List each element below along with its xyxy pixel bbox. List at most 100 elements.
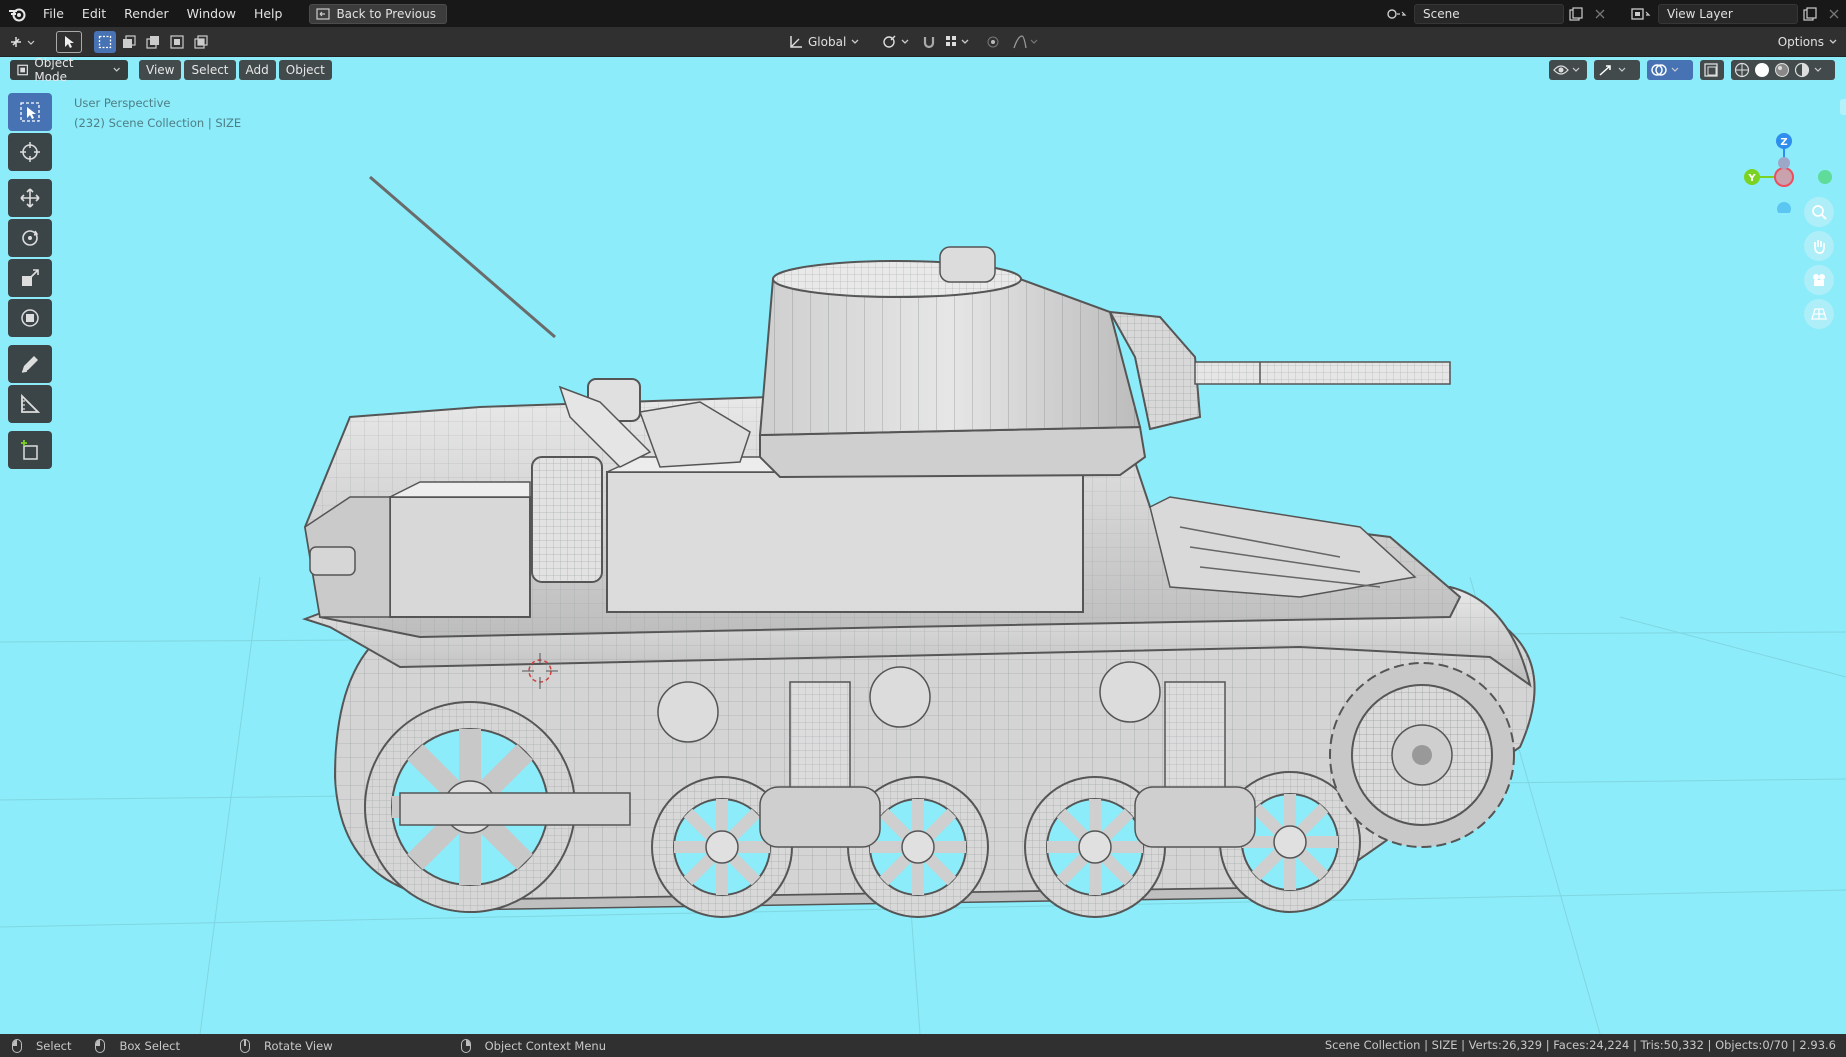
select-extend-icon xyxy=(123,35,136,48)
chevron-down-icon[interactable] xyxy=(1814,67,1822,73)
top-menu-bar: File Edit Render Window Help Back to Pre… xyxy=(0,0,1846,27)
axis-y-neg-icon[interactable] xyxy=(1818,170,1832,184)
tool-cursor[interactable] xyxy=(8,133,52,171)
axis-x-neg-icon[interactable] xyxy=(1774,167,1794,187)
navigation-gizmo[interactable]: Z Y xyxy=(1736,93,1846,213)
tool-rotate[interactable] xyxy=(8,219,52,257)
sidebar-toggle-handle[interactable] xyxy=(1840,99,1846,115)
tool-add-cube[interactable] xyxy=(8,431,52,469)
menu-help[interactable]: Help xyxy=(245,0,292,27)
pivot-point-dropdown[interactable] xyxy=(880,31,910,53)
chevron-down-icon xyxy=(1618,67,1626,72)
new-view-layer-icon[interactable] xyxy=(1798,4,1822,24)
overlays-toggle-button[interactable] xyxy=(1647,60,1693,80)
view-layer-icon[interactable] xyxy=(1624,4,1658,24)
move-icon xyxy=(20,188,40,208)
tank-turret xyxy=(758,246,1202,479)
select-menu[interactable]: Select xyxy=(184,60,236,80)
falloff-curve-icon xyxy=(1013,35,1038,49)
tool-transform[interactable] xyxy=(8,299,52,337)
scene-statistics: Scene Collection | SIZE | Verts:26,329 |… xyxy=(1324,1038,1836,1052)
viewport-info-overlay: User Perspective (232) Scene Collection … xyxy=(74,93,241,133)
menu-edit[interactable]: Edit xyxy=(73,0,115,27)
status-context-menu: Object Context Menu xyxy=(460,1038,606,1053)
overlays-icon xyxy=(1651,64,1667,76)
proportional-editing-button[interactable] xyxy=(982,31,1004,53)
chevron-down-icon xyxy=(901,39,909,44)
toggle-perspective-button[interactable] xyxy=(1804,299,1834,329)
select-subtract-icon xyxy=(146,36,159,49)
menu-window[interactable]: Window xyxy=(178,0,245,27)
axis-z-neg-icon[interactable] xyxy=(1777,202,1791,213)
menu-file[interactable]: File xyxy=(34,0,73,27)
view-menu[interactable]: View xyxy=(139,60,182,80)
back-icon xyxy=(316,7,331,20)
select-mode-invert-button[interactable] xyxy=(166,31,188,53)
camera-view-button[interactable] xyxy=(1804,265,1834,295)
select-mode-subtract-button[interactable] xyxy=(142,31,164,53)
select-mode-new-button[interactable] xyxy=(94,31,116,53)
add-cube-icon xyxy=(21,440,38,460)
transform-orientation-dropdown[interactable]: Global xyxy=(788,31,860,53)
scene-field[interactable]: Scene xyxy=(1414,3,1564,24)
select-mode-extend-button[interactable] xyxy=(118,31,140,53)
axis-y-label: Y xyxy=(1747,173,1756,184)
blender-logo-icon[interactable] xyxy=(0,0,34,27)
tank-drive-sprocket xyxy=(1329,662,1515,848)
tool-move[interactable] xyxy=(8,179,52,217)
solid-shading-icon[interactable] xyxy=(1754,62,1770,78)
chevron-down-icon xyxy=(851,39,859,44)
pan-view-button[interactable] xyxy=(1804,231,1834,261)
tool-select-box[interactable] xyxy=(8,93,52,131)
mouse-right-icon xyxy=(460,1038,471,1053)
object-mode-dropdown[interactable]: Object Mode xyxy=(10,57,128,84)
menu-render[interactable]: Render xyxy=(115,0,178,27)
view-layer-field[interactable]: View Layer xyxy=(1658,3,1798,24)
gizmo-toggle-button[interactable] xyxy=(1594,60,1640,80)
select-box-icon xyxy=(20,102,40,122)
object-mode-icon xyxy=(17,64,28,76)
tank-model[interactable] xyxy=(0,57,1846,1034)
delete-scene-icon[interactable] xyxy=(1588,4,1612,24)
back-to-previous-label: Back to Previous xyxy=(336,6,436,21)
material-shading-icon[interactable] xyxy=(1774,62,1790,78)
mouse-left-icon xyxy=(12,1038,22,1053)
grid-perspective-icon xyxy=(1811,308,1827,320)
visibility-dropdown[interactable] xyxy=(1549,60,1587,80)
wireframe-shading-icon[interactable] xyxy=(1734,62,1750,78)
tool-header: Global Options xyxy=(0,27,1846,57)
snap-toggle-button[interactable] xyxy=(918,31,940,53)
xray-toggle-button[interactable] xyxy=(1700,60,1724,80)
select-tool-button[interactable] xyxy=(56,31,82,53)
tool-measure[interactable] xyxy=(8,385,52,423)
status-context-menu-label: Object Context Menu xyxy=(484,1038,606,1053)
scene-icon[interactable] xyxy=(1380,4,1414,24)
3d-viewport[interactable]: Object Mode View Select Add Object User … xyxy=(0,57,1846,1034)
shading-mode-group xyxy=(1731,60,1835,80)
editor-type-icon xyxy=(11,37,35,47)
add-menu[interactable]: Add xyxy=(238,60,276,80)
zoom-view-button[interactable] xyxy=(1804,197,1834,227)
perspective-label: User Perspective xyxy=(74,96,171,110)
proportional-falloff-dropdown[interactable] xyxy=(1012,31,1042,53)
snap-target-dropdown[interactable] xyxy=(942,31,976,53)
ruler-icon xyxy=(21,393,41,413)
cursor-arrow-icon xyxy=(65,36,74,48)
proportional-dot-icon xyxy=(987,36,999,48)
object-menu[interactable]: Object xyxy=(278,60,332,80)
rendered-shading-icon[interactable] xyxy=(1794,62,1810,78)
hand-icon xyxy=(1814,240,1825,254)
tank-antenna xyxy=(369,175,556,339)
delete-view-layer-icon[interactable] xyxy=(1822,4,1846,24)
scene-name: Scene xyxy=(1423,6,1460,21)
select-mode-intersect-button[interactable] xyxy=(190,31,212,53)
options-dropdown[interactable]: Options xyxy=(1778,31,1838,53)
tool-scale[interactable] xyxy=(8,259,52,297)
axis-x-icon[interactable] xyxy=(1778,157,1790,169)
options-label: Options xyxy=(1777,35,1824,49)
tool-annotate[interactable] xyxy=(8,345,52,383)
cursor-crosshair-icon xyxy=(20,142,40,162)
back-to-previous-button[interactable]: Back to Previous xyxy=(309,3,447,24)
new-scene-icon[interactable] xyxy=(1564,4,1588,24)
editor-type-selector[interactable] xyxy=(8,31,38,53)
